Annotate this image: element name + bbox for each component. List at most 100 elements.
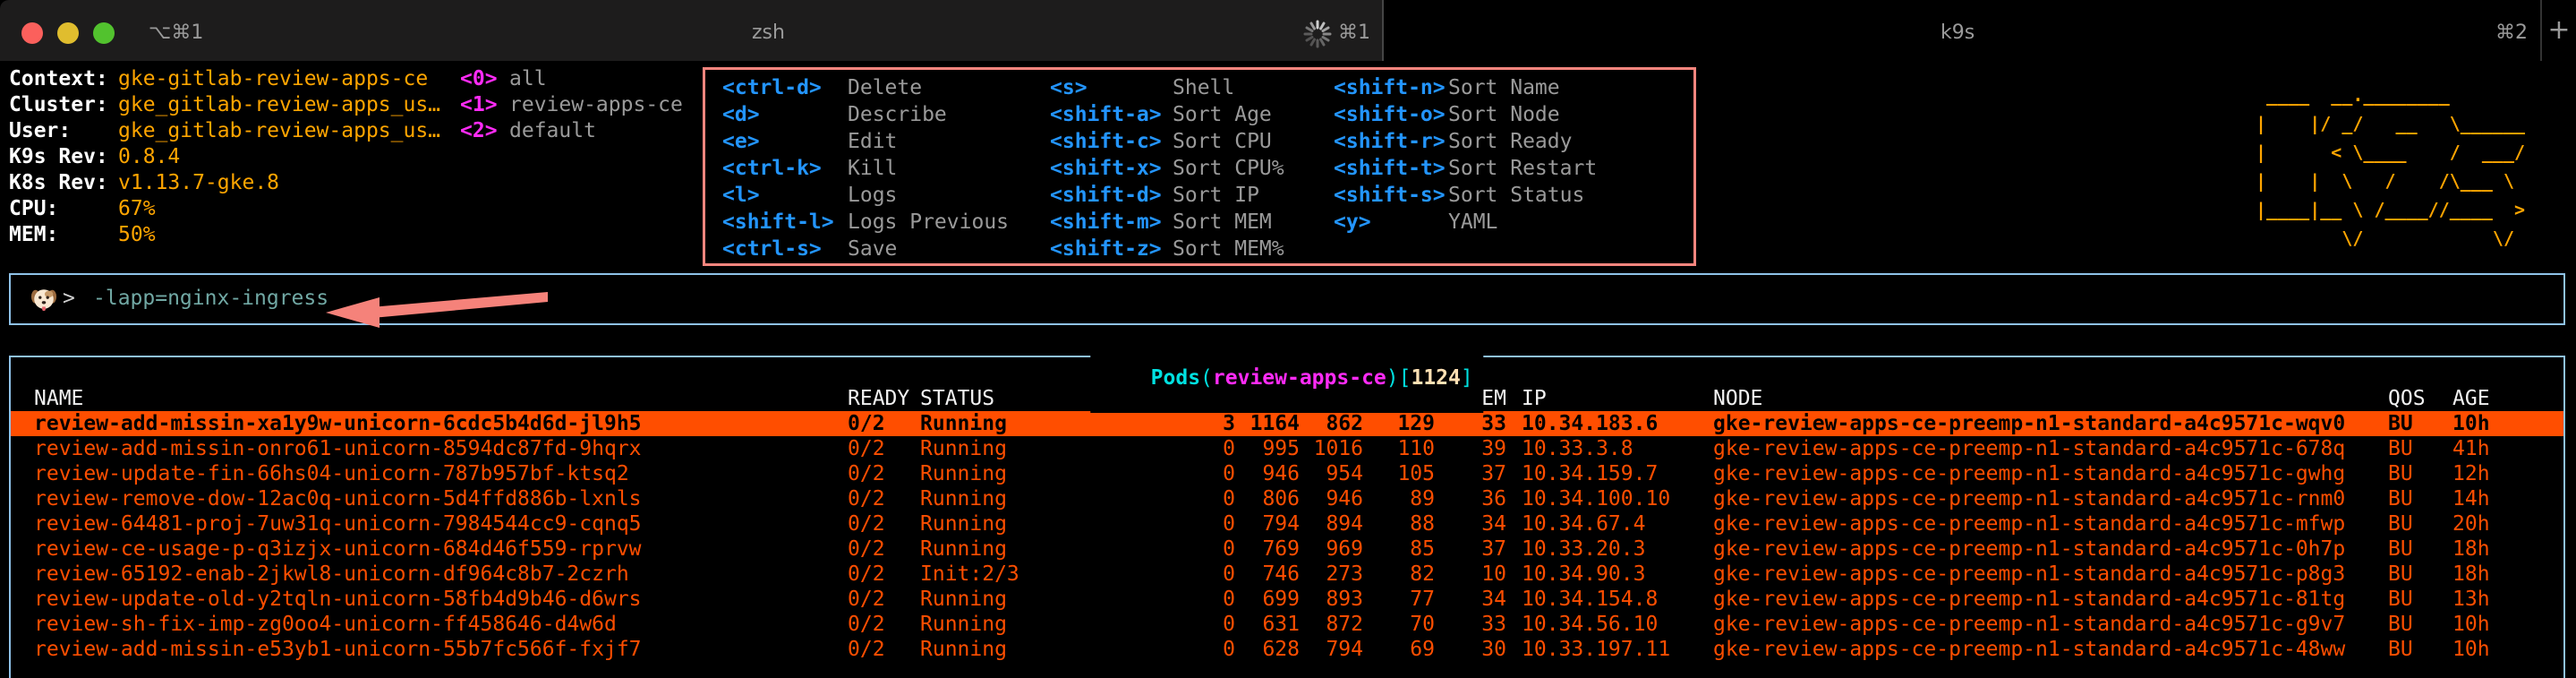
column-header-node[interactable]: NODE <box>1713 386 2388 411</box>
cell-pctmem: 37 <box>1435 461 1506 486</box>
cell-status: Running <box>920 587 1164 612</box>
cluster-info: Context:gke-gitlab-review-apps-ceCluster… <box>9 66 440 248</box>
cell-mem: 794 <box>1300 637 1363 662</box>
cell-mem: 954 <box>1300 461 1363 486</box>
cell-age: 10h <box>2452 612 2563 637</box>
cell-pctmem: 34 <box>1435 587 1506 612</box>
cell-mem: 969 <box>1300 536 1363 562</box>
cell-ip: 10.34.67.4 <box>1506 511 1713 536</box>
cluster-info-value: v1.13.7-gke.8 <box>118 171 279 194</box>
table-row[interactable]: review-ce-usage-p-q3izjx-unicorn-684d46f… <box>11 536 2563 562</box>
cell-name: review-sh-fix-imp-zg0oo4-unicorn-ff45864… <box>34 612 848 637</box>
cell-age: 10h <box>2452 411 2563 436</box>
table-row[interactable]: review-remove-dow-12ac0q-unicorn-5d4ffd8… <box>11 486 2563 511</box>
cell-node: gke-review-apps-ce-preemp-n1-standard-a4… <box>1713 436 2388 461</box>
new-tab-button[interactable]: + <box>2546 14 2572 47</box>
cluster-info-value: 67% <box>118 197 156 220</box>
column-header-age[interactable]: AGE <box>2452 386 2563 411</box>
hotkey-label: Sort Status <box>1448 182 1693 209</box>
cell-node: gke-review-apps-ce-preemp-n1-standard-a4… <box>1713 411 2388 436</box>
table-row[interactable]: review-65192-enab-2jkwl8-unicorn-df964c8… <box>11 562 2563 587</box>
hotkey-menu: <ctrl-d>Delete<s>Shell<shift-n>Sort Name… <box>703 67 1696 266</box>
cell-node: gke-review-apps-ce-preemp-n1-standard-a4… <box>1713 511 2388 536</box>
cell-ip: 10.34.56.10 <box>1506 612 1713 637</box>
table-row[interactable]: review-update-fin-66hs04-unicorn-787b957… <box>11 461 2563 486</box>
cell-mem: 893 <box>1300 587 1363 612</box>
cell-ready: 0/2 <box>848 612 920 637</box>
hotkey-key: <shift-d> <box>1050 182 1173 209</box>
filter-input[interactable]: -lapp=nginx-ingress <box>93 287 328 310</box>
table-row[interactable]: review-add-missin-onro61-unicorn-8594dc8… <box>11 436 2563 461</box>
cell-qos: BU <box>2388 562 2452 587</box>
cluster-info-row: K8s Rev:v1.13.7-gke.8 <box>9 170 440 196</box>
table-row[interactable]: review-update-old-y2tqln-unicorn-58fb4d9… <box>11 587 2563 612</box>
cell-age: 14h <box>2452 486 2563 511</box>
hotkey-label <box>1448 236 1693 262</box>
annotation-arrow <box>322 288 557 331</box>
cell-pctcpu: 88 <box>1363 511 1435 536</box>
cell-mem: 894 <box>1300 511 1363 536</box>
table-body: review-add-missin-xa1y9w-unicorn-6cdc5b4… <box>11 411 2563 662</box>
hotkey-label: Edit <box>848 128 1050 155</box>
cell-node: gke-review-apps-ce-preemp-n1-standard-a4… <box>1713 486 2388 511</box>
cell-pctcpu: 129 <box>1363 411 1435 436</box>
tab-zsh-shortcut: ⌘1 <box>1338 21 1370 44</box>
tab-k9s-title[interactable]: k9s <box>1941 21 1975 44</box>
cell-qos: BU <box>2388 536 2452 562</box>
column-header-ready[interactable]: READY <box>848 386 920 411</box>
column-header-label: IP <box>1522 387 1547 410</box>
cell-pctmem: 30 <box>1435 637 1506 662</box>
title-bracket: ( <box>1200 366 1213 390</box>
table-row[interactable]: review-add-missin-e53yb1-unicorn-55b7fc5… <box>11 637 2563 662</box>
k9s-logo: ____ __.________ | |/ _/ __ \______ | < … <box>2256 81 2525 253</box>
cell-node: gke-review-apps-ce-preemp-n1-standard-a4… <box>1713 587 2388 612</box>
cell-pctcpu: 105 <box>1363 461 1435 486</box>
hotkey-key: <l> <box>722 182 848 209</box>
column-header-ip[interactable]: IP <box>1506 386 1713 411</box>
column-header-label: QOS <box>2388 387 2426 410</box>
cell-pctmem: 33 <box>1435 612 1506 637</box>
hotkey-label: Sort CPU% <box>1173 155 1334 182</box>
cell-qos: BU <box>2388 612 2452 637</box>
cell-cpu: 794 <box>1235 511 1300 536</box>
namespace-shortcut[interactable]: <2>default <box>460 118 683 144</box>
cell-rs: 0 <box>1164 511 1235 536</box>
cell-status: Running <box>920 511 1164 536</box>
cell-name: review-add-missin-onro61-unicorn-8594dc8… <box>34 436 848 461</box>
close-window-button[interactable] <box>21 22 43 44</box>
tab-zsh[interactable] <box>0 0 1382 61</box>
namespace-shortcut-key: <1> <box>460 92 509 118</box>
cell-age: 41h <box>2452 436 2563 461</box>
namespace-shortcut[interactable]: <1>review-apps-ce <box>460 92 683 118</box>
cluster-info-label: CPU: <box>9 196 118 222</box>
cell-rs: 0 <box>1164 461 1235 486</box>
zoom-window-button[interactable] <box>93 22 115 44</box>
title-count: 1124 <box>1411 366 1460 390</box>
namespace-shortcut[interactable]: <0>all <box>460 66 683 92</box>
cell-ready: 0/2 <box>848 436 920 461</box>
hotkey-label: YAML <box>1448 209 1693 236</box>
minimize-window-button[interactable] <box>57 22 79 44</box>
hotkey-label: Sort IP <box>1173 182 1334 209</box>
column-header-qos[interactable]: QOS <box>2388 386 2452 411</box>
hotkey-label: Sort Node <box>1448 101 1693 128</box>
hotkey-label: Sort CPU <box>1173 128 1334 155</box>
cell-status: Running <box>920 612 1164 637</box>
column-header-name[interactable]: NAME <box>34 386 848 411</box>
cell-qos: BU <box>2388 411 2452 436</box>
cell-ip: 10.33.197.11 <box>1506 637 1713 662</box>
tab-zsh-title[interactable]: zsh <box>752 21 785 44</box>
cell-cpu: 769 <box>1235 536 1300 562</box>
cell-name: review-update-fin-66hs04-unicorn-787b957… <box>34 461 848 486</box>
pods-table: Pods(review-apps-ce)[1124] NAMEREADYSTAT… <box>9 356 2565 678</box>
cell-cpu: 631 <box>1235 612 1300 637</box>
table-row[interactable]: review-add-missin-xa1y9w-unicorn-6cdc5b4… <box>11 411 2563 436</box>
table-row[interactable]: review-sh-fix-imp-zg0oo4-unicorn-ff45864… <box>11 612 2563 637</box>
table-row[interactable]: review-64481-proj-7uw31q-unicorn-7984544… <box>11 511 2563 536</box>
tab-k9s-shortcut: ⌘2 <box>2495 21 2528 44</box>
cell-qos: BU <box>2388 637 2452 662</box>
namespace-shortcut-key: <0> <box>460 66 509 92</box>
cell-name: review-add-missin-xa1y9w-unicorn-6cdc5b4… <box>34 411 848 436</box>
cell-rs: 0 <box>1164 637 1235 662</box>
cell-pctcpu: 69 <box>1363 637 1435 662</box>
